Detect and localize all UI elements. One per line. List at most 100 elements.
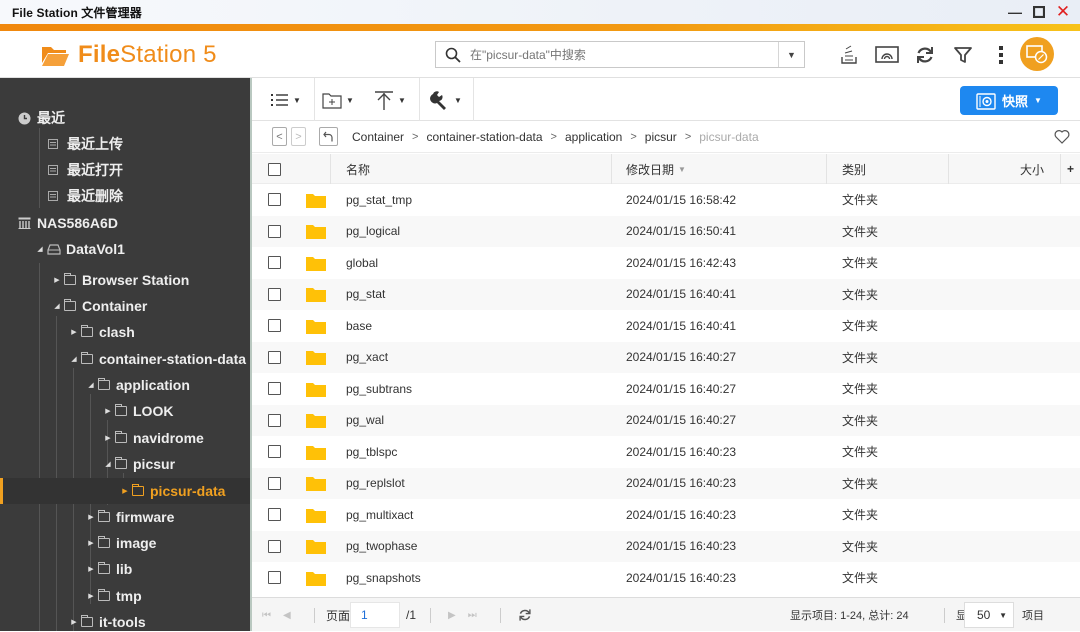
- select-all-checkbox[interactable]: [268, 162, 281, 176]
- file-name[interactable]: base: [346, 310, 372, 342]
- row-checkbox[interactable]: [268, 571, 281, 585]
- file-name[interactable]: pg_multixact: [346, 499, 413, 531]
- tree-node-application[interactable]: ◢ application: [0, 372, 250, 398]
- table-row[interactable]: pg_tblspc 2024/01/15 16:40:23 文件夹: [252, 436, 1080, 468]
- tree-node-firmware[interactable]: ▶ firmware: [0, 504, 250, 530]
- row-checkbox[interactable]: [268, 539, 281, 553]
- file-name[interactable]: pg_twophase: [346, 531, 417, 563]
- column-header-size[interactable]: 大小: [1020, 154, 1044, 184]
- row-checkbox[interactable]: [268, 319, 281, 333]
- tree-node-navidrome[interactable]: ▶ navidrome: [0, 425, 250, 451]
- expanded-arrow-icon[interactable]: ◢: [70, 355, 78, 363]
- sidebar-item-nas[interactable]: NAS586A6D: [0, 210, 250, 236]
- table-row[interactable]: pg_wal 2024/01/15 16:40:27 文件夹: [252, 404, 1080, 437]
- search-options-dropdown[interactable]: ▼: [778, 42, 804, 67]
- row-checkbox[interactable]: [268, 193, 281, 207]
- create-button[interactable]: ▼: [322, 87, 354, 113]
- add-column-button[interactable]: +: [1067, 154, 1074, 184]
- table-row[interactable]: pg_stat 2024/01/15 16:40:41 文件夹: [252, 278, 1080, 310]
- collapsed-arrow-icon[interactable]: ▶: [104, 434, 112, 442]
- tree-node-tmp[interactable]: ▶ tmp: [0, 583, 250, 609]
- collapsed-arrow-icon[interactable]: ▶: [70, 618, 78, 626]
- file-name[interactable]: global: [346, 247, 378, 279]
- breadcrumb-item[interactable]: application: [565, 130, 622, 144]
- collapsed-arrow-icon[interactable]: ▶: [70, 328, 78, 336]
- maximize-button[interactable]: [1030, 3, 1048, 21]
- tree-node-picsur[interactable]: ◢ picsur: [0, 451, 250, 477]
- sidebar-item-recent[interactable]: 最近: [0, 105, 250, 131]
- column-header-name[interactable]: 名称: [346, 154, 370, 184]
- collapsed-arrow-icon[interactable]: ▶: [121, 487, 129, 495]
- view-mode-button[interactable]: ▼: [271, 87, 301, 113]
- row-checkbox[interactable]: [268, 413, 281, 427]
- snapshot-button[interactable]: 快照 ▼: [960, 86, 1058, 115]
- file-name[interactable]: pg_snapshots: [346, 562, 421, 594]
- minimize-button[interactable]: —: [1006, 3, 1024, 21]
- upload-tray-icon[interactable]: [830, 42, 868, 68]
- column-header-type[interactable]: 类别: [842, 154, 866, 184]
- row-checkbox[interactable]: [268, 287, 281, 301]
- tree-node-clash[interactable]: ▶ clash: [0, 319, 250, 345]
- collapsed-arrow-icon[interactable]: ▶: [104, 407, 112, 415]
- more-vertical-icon[interactable]: [982, 42, 1020, 68]
- next-page-button[interactable]: ▶: [448, 610, 456, 621]
- column-header-modified[interactable]: 修改日期 ▼: [626, 154, 686, 184]
- forward-button[interactable]: >: [291, 127, 306, 146]
- tree-node-datavol1[interactable]: ◢ DataVol1: [0, 236, 250, 262]
- sidebar-item-recent-upload[interactable]: 最近上传: [0, 131, 250, 157]
- last-page-button[interactable]: ⏭: [468, 610, 477, 621]
- breadcrumb-item[interactable]: Container: [352, 130, 404, 144]
- file-name[interactable]: pg_tblspc: [346, 436, 397, 468]
- table-row[interactable]: pg_twophase 2024/01/15 16:40:23 文件夹: [252, 530, 1080, 563]
- file-name[interactable]: pg_xact: [346, 342, 388, 374]
- table-row[interactable]: pg_subtrans 2024/01/15 16:40:27 文件夹: [252, 373, 1080, 405]
- prev-page-button[interactable]: ◀: [283, 610, 291, 621]
- remote-desktop-button[interactable]: [1020, 37, 1054, 71]
- breadcrumb-item[interactable]: container-station-data: [426, 130, 542, 144]
- sidebar-item-recent-open[interactable]: 最近打开: [0, 157, 250, 183]
- tree-node-picsur-data[interactable]: ▶ picsur-data: [0, 478, 250, 504]
- footer-refresh-button[interactable]: [518, 598, 532, 632]
- tree-node-it-tools[interactable]: ▶ it-tools: [0, 609, 250, 631]
- table-row[interactable]: pg_stat_tmp 2024/01/15 16:58:42 文件夹: [252, 184, 1080, 216]
- row-checkbox[interactable]: [268, 224, 281, 238]
- row-checkbox[interactable]: [268, 508, 281, 522]
- refresh-icon[interactable]: [906, 42, 944, 68]
- tree-node-container-station-data[interactable]: ◢ container-station-data: [0, 346, 250, 372]
- tree-node-lib[interactable]: ▶ lib: [0, 556, 250, 582]
- parent-folder-button[interactable]: [319, 127, 338, 146]
- expanded-arrow-icon[interactable]: ◢: [87, 381, 95, 389]
- tree-node-container[interactable]: ◢ Container: [0, 293, 250, 319]
- collapsed-arrow-icon[interactable]: ▶: [87, 539, 95, 547]
- search-box[interactable]: ▼: [435, 41, 805, 68]
- table-row[interactable]: global 2024/01/15 16:42:43 文件夹: [252, 247, 1080, 279]
- collapsed-arrow-icon[interactable]: ▶: [87, 565, 95, 573]
- file-name[interactable]: pg_stat_tmp: [346, 184, 412, 216]
- back-button[interactable]: <: [272, 127, 287, 146]
- page-number-input[interactable]: [350, 602, 400, 628]
- sidebar-item-recent-delete[interactable]: 最近删除: [0, 183, 250, 209]
- table-row[interactable]: base 2024/01/15 16:40:41 文件夹: [252, 310, 1080, 342]
- table-row[interactable]: pg_multixact 2024/01/15 16:40:23 文件夹: [252, 499, 1080, 531]
- row-checkbox[interactable]: [268, 256, 281, 270]
- row-checkbox[interactable]: [268, 476, 281, 490]
- file-name[interactable]: pg_replslot: [346, 468, 405, 500]
- upload-button[interactable]: ▼: [374, 87, 406, 113]
- close-button[interactable]: ✕: [1054, 2, 1072, 21]
- items-per-page-select[interactable]: 50 ▼: [964, 602, 1014, 628]
- tools-button[interactable]: ▼: [430, 87, 462, 113]
- expanded-arrow-icon[interactable]: ◢: [104, 460, 112, 468]
- row-checkbox[interactable]: [268, 382, 281, 396]
- table-row[interactable]: pg_logical 2024/01/15 16:50:41 文件夹: [252, 215, 1080, 247]
- collapsed-arrow-icon[interactable]: ▶: [53, 276, 61, 284]
- table-row[interactable]: pg_snapshots 2024/01/15 16:40:23 文件夹: [252, 562, 1080, 594]
- expanded-arrow-icon[interactable]: ◢: [53, 302, 61, 310]
- search-input[interactable]: [470, 42, 778, 67]
- tree-node-browser-station[interactable]: ▶ Browser Station: [0, 267, 250, 293]
- file-name[interactable]: pg_wal: [346, 405, 384, 437]
- favorite-button[interactable]: [1054, 129, 1070, 149]
- row-checkbox[interactable]: [268, 350, 281, 364]
- expanded-arrow-icon[interactable]: ◢: [36, 245, 44, 253]
- remote-mount-icon[interactable]: [868, 42, 906, 68]
- table-row[interactable]: pg_xact 2024/01/15 16:40:27 文件夹: [252, 341, 1080, 374]
